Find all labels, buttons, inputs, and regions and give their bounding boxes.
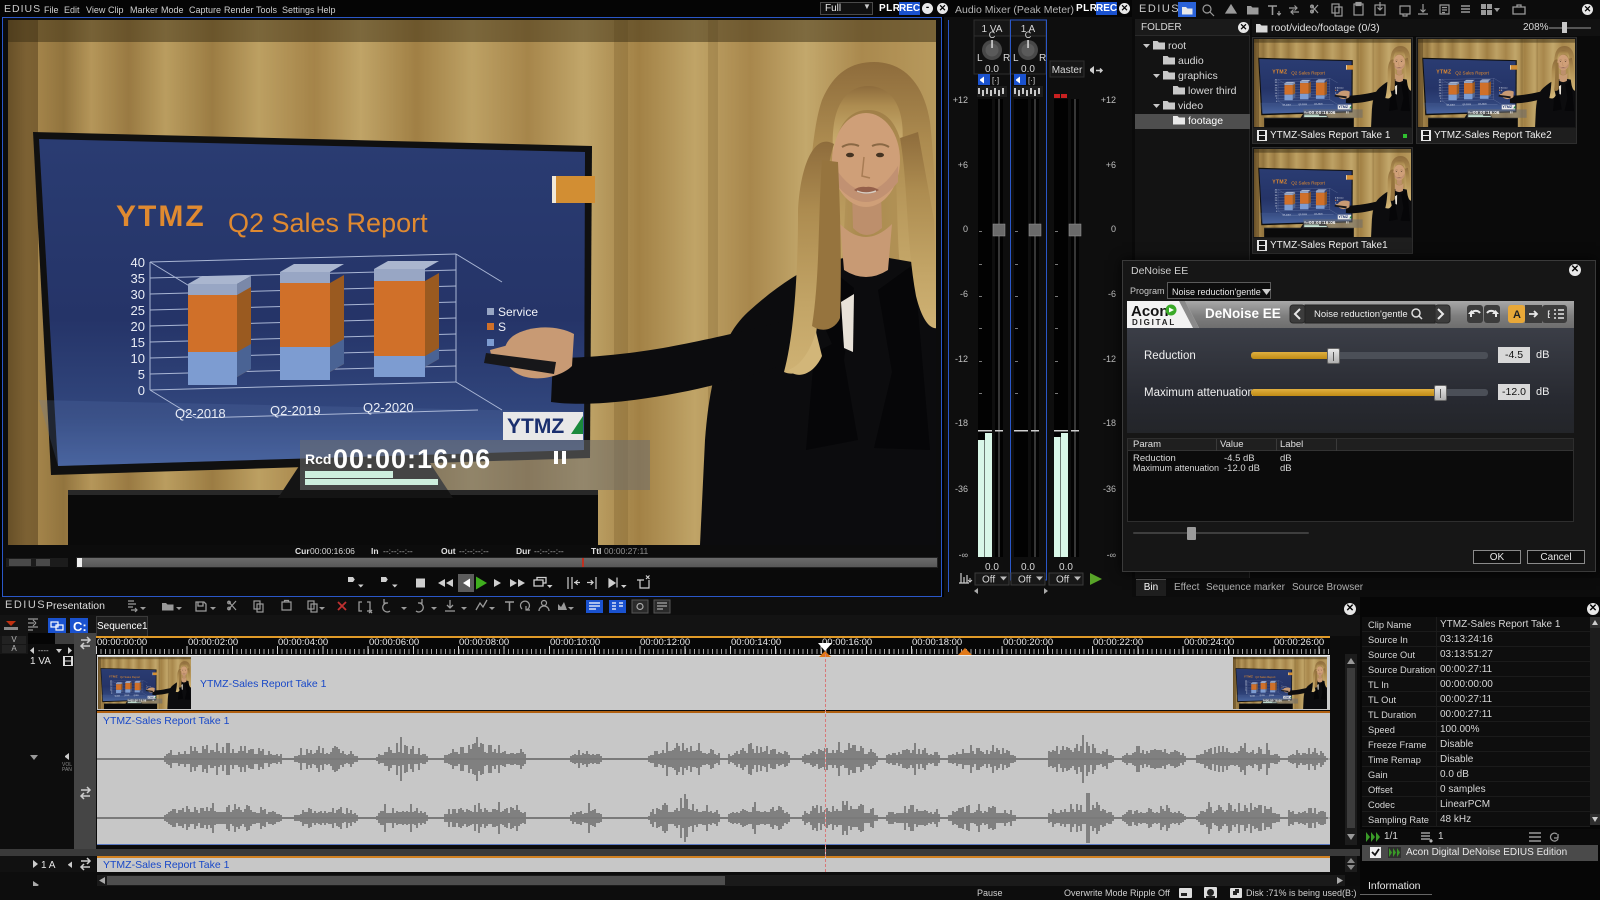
svg-text:+6: +6 [958, 160, 968, 170]
svg-text:1 A: 1 A [41, 860, 56, 870]
svg-text:Off: Off [982, 575, 995, 586]
svg-text:L: L [977, 53, 983, 64]
svg-text:R: R [1039, 53, 1046, 64]
svg-text:0.0: 0.0 [1021, 64, 1035, 75]
svg-text:-18: -18 [955, 418, 968, 428]
svg-text:audio: audio [1178, 55, 1204, 67]
svg-text:-36: -36 [1103, 484, 1116, 494]
svg-text:0: 0 [963, 224, 968, 234]
svg-text:L: L [1013, 53, 1019, 64]
svg-text:+6: +6 [1106, 160, 1116, 170]
svg-text:-36: -36 [955, 484, 968, 494]
svg-text:lower third: lower third [1188, 85, 1237, 97]
svg-text:DIGITAL: DIGITAL [1132, 318, 1176, 327]
svg-text:-6: -6 [960, 289, 968, 299]
svg-text:-∞: -∞ [959, 550, 968, 560]
svg-text:0.0: 0.0 [1021, 562, 1035, 573]
svg-text:0: 0 [1111, 224, 1116, 234]
svg-text:graphics: graphics [1178, 70, 1218, 82]
svg-text:Noise reduction'gentle: Noise reduction'gentle [1314, 309, 1408, 320]
svg-text:-12: -12 [955, 354, 968, 364]
svg-text:DeNoise EE: DeNoise EE [1205, 306, 1281, 321]
svg-text:[·]: [·] [1028, 76, 1035, 85]
svg-text:C: C [1025, 30, 1032, 40]
svg-text:[·]: [·] [992, 76, 999, 85]
svg-text:0.0: 0.0 [985, 562, 999, 573]
svg-text:root: root [1168, 40, 1186, 52]
svg-text:video: video [1178, 100, 1203, 112]
svg-text:+12: +12 [953, 95, 968, 105]
svg-text:----: ---- [38, 646, 49, 655]
svg-text:+12: +12 [1101, 95, 1116, 105]
svg-text:C: C [989, 30, 996, 40]
svg-text:Master: Master [1052, 65, 1083, 76]
svg-text:-6: -6 [1108, 289, 1116, 299]
svg-text:R: R [1003, 53, 1010, 64]
svg-text:-18: -18 [1103, 418, 1116, 428]
svg-text:footage: footage [1188, 115, 1223, 127]
svg-text:-∞: -∞ [1107, 550, 1116, 560]
svg-text:A: A [1513, 309, 1521, 321]
svg-text:0.0: 0.0 [1059, 562, 1073, 573]
svg-text:C:: C: [73, 619, 87, 634]
svg-text:Off: Off [1018, 575, 1031, 586]
svg-text:-12: -12 [1103, 354, 1116, 364]
svg-text:0.0: 0.0 [985, 64, 999, 75]
svg-text:Off: Off [1056, 575, 1069, 586]
